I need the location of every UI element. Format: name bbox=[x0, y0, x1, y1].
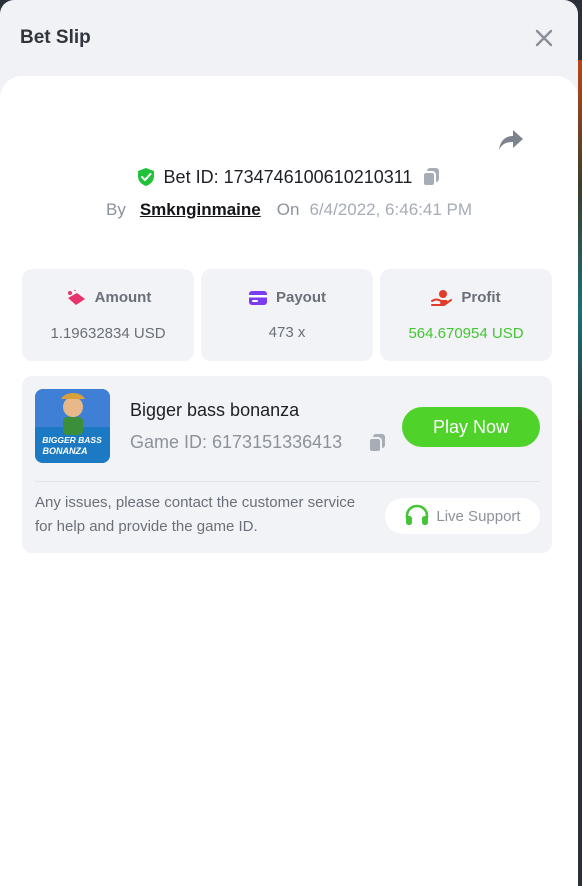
share-icon bbox=[499, 130, 523, 150]
bet-date: 6/4/2022, 6:46:41 PM bbox=[309, 200, 472, 219]
copy-icon bbox=[422, 168, 440, 187]
amount-icon bbox=[67, 289, 85, 305]
by-label: By bbox=[105, 200, 126, 219]
share-button[interactable] bbox=[497, 128, 527, 154]
bet-meta-row: By Smknginmaine On 6/4/2022, 6:46:41 PM bbox=[0, 200, 578, 220]
play-now-button[interactable]: Play Now bbox=[402, 407, 540, 447]
amount-value: 1.19632834 USD bbox=[50, 324, 166, 342]
profit-value: 564.670954 USD bbox=[408, 324, 524, 342]
game-card: BIGGER BASS BONANZA Bigger bass bonanza … bbox=[22, 376, 552, 553]
game-id: Game ID: 6173151336413 bbox=[130, 432, 343, 452]
headset-icon bbox=[406, 504, 429, 525]
modal-body: Bet ID: 1734746100610210311 By Smknginma… bbox=[0, 76, 578, 886]
verified-shield-icon bbox=[137, 168, 154, 186]
game-name: Bigger bass bonanza bbox=[130, 400, 300, 420]
username-link[interactable]: Smknginmaine bbox=[140, 200, 261, 220]
payout-card-icon bbox=[248, 290, 267, 305]
payout-value: 473 x bbox=[268, 324, 306, 341]
support-notice: Any issues, please contact the customer … bbox=[35, 494, 356, 535]
thumbnail-text-2: BONANZA bbox=[43, 446, 88, 456]
copy-icon bbox=[368, 434, 385, 453]
modal-title: Bet Slip bbox=[20, 27, 91, 48]
amount-label: Amount bbox=[94, 289, 152, 306]
game-thumbnail-art: BIGGER BASS BONANZA bbox=[35, 389, 110, 463]
live-support-label: Live Support bbox=[436, 507, 521, 525]
on-label: On bbox=[276, 200, 300, 219]
bet-slip-modal: Bet Slip Bet ID: 1734746100610210311 By … bbox=[0, 0, 578, 886]
divider bbox=[35, 481, 540, 482]
modal-header: Bet Slip bbox=[0, 0, 578, 76]
game-thumbnail[interactable]: BIGGER BASS BONANZA bbox=[35, 389, 110, 463]
profit-card: Profit 564.670954 USD bbox=[380, 269, 552, 361]
payout-label: Payout bbox=[275, 289, 326, 306]
amount-card: Amount 1.19632834 USD bbox=[22, 269, 194, 361]
bet-id-row: Bet ID: 1734746100610210311 bbox=[0, 166, 578, 188]
bet-id: Bet ID: 1734746100610210311 bbox=[163, 166, 413, 187]
profit-hand-icon bbox=[431, 289, 453, 306]
copy-game-id-button[interactable] bbox=[366, 432, 388, 459]
thumbnail-text-1: BIGGER BASS bbox=[42, 435, 102, 445]
payout-card: Payout 473 x bbox=[201, 269, 373, 361]
live-support-button[interactable]: Live Support bbox=[385, 498, 540, 534]
close-button[interactable] bbox=[532, 26, 556, 50]
profit-label: Profit bbox=[461, 289, 501, 306]
stats-row: Amount 1.19632834 USD Payout 473 x Profi… bbox=[22, 269, 552, 361]
copy-bet-id-button[interactable] bbox=[420, 166, 442, 188]
close-icon bbox=[535, 29, 553, 47]
